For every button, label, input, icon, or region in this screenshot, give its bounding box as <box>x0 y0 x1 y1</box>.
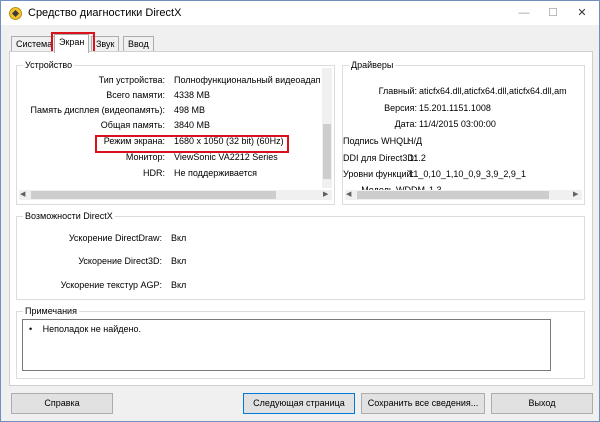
feature-row-label: Ускорение Direct3D: <box>78 256 162 266</box>
scroll-left-icon[interactable]: ◀ <box>346 190 351 198</box>
device-row-label: Память дисплея (видеопамять): <box>30 105 165 115</box>
device-row: Тип устройства: Полнофункциональный виде… <box>17 75 322 88</box>
device-row: Всего памяти: 4338 MB <box>17 90 322 103</box>
window-title: Средство диагностики DirectX <box>28 7 182 19</box>
feature-row-label: Ускорение DirectDraw: <box>68 233 162 243</box>
drivers-horizontal-scrollbar[interactable]: ◀ ▶ <box>345 190 582 200</box>
device-row-value: ViewSonic VA2212 Series <box>174 152 278 162</box>
drivers-group: Драйверы Главный: aticfx64.dll,aticfx64.… <box>342 60 585 205</box>
highlight-screen-mode-frame <box>95 135 289 153</box>
tab-display[interactable]: Экран <box>54 34 90 53</box>
dxdiag-app-icon <box>9 7 22 20</box>
feature-row-value: Вкл <box>171 233 187 243</box>
minimize-button[interactable]: — <box>509 1 539 25</box>
tab-input[interactable]: Ввод <box>123 36 154 52</box>
tab-display-label: Экран <box>59 37 85 47</box>
driver-row-label: DDI для Direct3D: <box>343 153 417 163</box>
tab-sound[interactable]: Звук <box>91 36 120 52</box>
device-row-value: Полнофункциональный видеоадап <box>174 75 321 85</box>
feature-row-value: Вкл <box>171 280 187 290</box>
driver-row-value: 11/4/2015 03:00:00 <box>419 119 496 129</box>
driver-row-label: Версия: <box>384 103 417 113</box>
device-row-label: Тип устройства: <box>98 75 165 85</box>
scroll-left-icon[interactable]: ◀ <box>20 190 25 198</box>
feature-row-value: Вкл <box>171 256 187 266</box>
device-vertical-scrollbar[interactable] <box>322 68 332 188</box>
device-horizontal-scrollbar[interactable]: ◀ ▶ <box>19 190 332 200</box>
exit-button[interactable]: Выход <box>491 393 593 414</box>
dxdiag-window: Средство диагностики DirectX — ☐ ✕ Систе… <box>0 0 600 422</box>
driver-row-label: Дата: <box>394 119 417 129</box>
device-row: HDR: Не поддерживается <box>17 168 322 181</box>
bullet-icon: • <box>29 324 33 334</box>
device-row-label: HDR: <box>143 168 165 178</box>
device-group-title: Устройство <box>23 60 75 70</box>
device-row: Монитор: ViewSonic VA2212 Series <box>17 152 322 165</box>
notes-item-text: Неполадок не найдено. <box>42 324 142 334</box>
scroll-thumb[interactable] <box>357 191 549 199</box>
scroll-thumb[interactable] <box>323 124 331 179</box>
drivers-group-title: Драйверы <box>349 60 396 70</box>
device-row-label: Всего памяти: <box>106 90 165 100</box>
directx-features-title: Возможности DirectX <box>23 211 115 221</box>
maximize-button[interactable]: ☐ <box>538 1 568 25</box>
help-button[interactable]: Справка <box>11 393 113 414</box>
tab-system-label: Система <box>16 39 53 49</box>
driver-row-label: Подпись WHQL: <box>343 136 411 146</box>
device-row: Память дисплея (видеопамять): 498 MB <box>17 105 322 118</box>
scroll-thumb[interactable] <box>31 191 276 199</box>
device-row-value: 4338 MB <box>174 90 211 100</box>
feature-row-label: Ускорение текстур AGP: <box>60 280 162 290</box>
notes-group-title: Примечания <box>23 306 79 316</box>
driver-row-value: 15.201.1151.1008 <box>419 103 491 113</box>
driver-row-value: Н/Д <box>407 136 423 146</box>
scroll-right-icon[interactable]: ▶ <box>573 190 578 198</box>
driver-row-value: 11.2 <box>409 153 426 163</box>
device-row-value: 3840 MB <box>174 120 211 130</box>
device-row-value: Не поддерживается <box>174 168 258 178</box>
driver-row-value: 11_0,10_1,10_0,9_3,9_2,9_1 <box>409 169 526 179</box>
device-row-value: 498 MB <box>174 105 206 115</box>
driver-row-label: Главный: <box>378 86 417 96</box>
directx-features-group: Возможности DirectX Ускорение DirectDraw… <box>16 211 585 300</box>
driver-row-value: aticfx64.dll,aticfx64.dll,aticfx64.dll,a… <box>419 86 567 96</box>
scroll-right-icon[interactable]: ▶ <box>323 190 328 198</box>
save-all-info-button[interactable]: Сохранить все сведения... <box>361 393 485 414</box>
close-button[interactable]: ✕ <box>567 1 597 25</box>
notes-box[interactable]: • Неполадок не найдено. <box>22 319 551 371</box>
tab-input-label: Ввод <box>128 39 149 49</box>
next-page-button[interactable]: Следующая страница <box>243 393 355 414</box>
title-bar: Средство диагностики DirectX — ☐ ✕ <box>1 1 599 25</box>
device-row-label: Монитор: <box>125 152 165 162</box>
tab-sound-label: Звук <box>96 39 115 49</box>
device-row-label: Общая память: <box>100 120 165 130</box>
driver-row-label: Уровни функций: <box>343 169 415 179</box>
notes-list-item: • Неполадок не найдено. <box>29 324 141 334</box>
device-row: Общая память: 3840 MB <box>17 120 322 133</box>
